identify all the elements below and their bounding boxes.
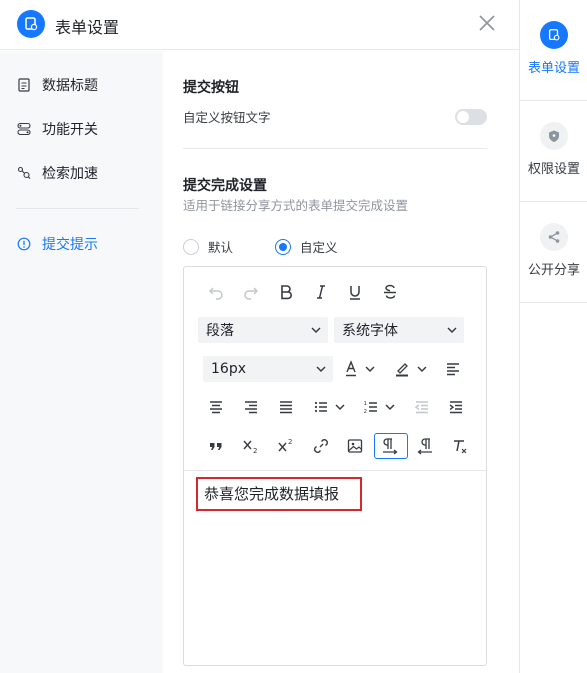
superscript-icon[interactable]: 2	[273, 433, 299, 459]
highlight-color-icon[interactable]	[389, 356, 415, 382]
tab-form-settings[interactable]: 表单设置	[520, 0, 587, 101]
indent-icon[interactable]	[443, 394, 469, 420]
paragraph-select[interactable]: 段落	[198, 317, 328, 343]
close-icon[interactable]	[477, 13, 497, 33]
radio-default[interactable]: 默认	[183, 237, 233, 256]
align-right-icon[interactable]	[238, 394, 264, 420]
share-icon	[540, 223, 568, 251]
dialog-title: 表单设置	[55, 18, 120, 37]
sidebar-item-feature-switch[interactable]: 功能开关	[16, 117, 98, 141]
chevron-down-icon[interactable]	[382, 394, 398, 420]
chevron-down-icon	[311, 327, 321, 334]
chevron-down-icon[interactable]	[414, 356, 430, 382]
outdent-icon[interactable]	[409, 394, 435, 420]
main-panel: 提交按钮 自定义按钮文字 提交完成设置 适用于链接分享方式的表单提交完成设置 默…	[163, 51, 519, 673]
toggle-knob	[457, 111, 469, 123]
chevron-down-icon[interactable]	[362, 356, 378, 382]
radio-circle	[275, 238, 291, 255]
right-panel: 表单设置 权限设置 公开分享	[519, 0, 587, 673]
sidebar-divider	[16, 208, 139, 209]
radio-circle	[183, 238, 199, 255]
clear-format-icon[interactable]	[448, 433, 474, 459]
rich-text-editor: 段落 系统字体 16px 1 2 2 2 恭喜您完成数据填报	[183, 266, 487, 666]
settings-sidebar: 数据标题 功能开关 检索加速 提交提示	[0, 51, 163, 673]
tab-label: 公开分享	[527, 263, 580, 278]
section-divider	[183, 148, 487, 149]
dialog-header: 表单设置	[0, 0, 519, 50]
bold-icon[interactable]	[273, 279, 299, 305]
radio-label: 默认	[208, 240, 234, 255]
strikethrough-icon[interactable]	[377, 279, 403, 305]
radio-custom[interactable]: 自定义	[275, 237, 338, 256]
svg-text:2: 2	[364, 409, 368, 415]
link-icon[interactable]	[308, 433, 334, 459]
info-circle-icon	[16, 236, 32, 252]
completion-section-subtitle: 适用于链接分享方式的表单提交完成设置	[183, 198, 409, 213]
redo-icon[interactable]	[238, 279, 264, 305]
align-center-icon[interactable]	[203, 394, 229, 420]
custom-button-text-toggle[interactable]	[455, 109, 487, 125]
bullet-list-icon[interactable]	[308, 394, 334, 420]
chevron-down-icon	[447, 327, 457, 334]
sidebar-item-label: 检索加速	[42, 166, 98, 182]
editor-toolbar: 段落 系统字体 16px 1 2 2 2	[184, 267, 486, 471]
sidebar-item-data-title[interactable]: 数据标题	[16, 73, 98, 97]
svg-text:1: 1	[364, 401, 368, 407]
rtl-direction-icon[interactable]	[413, 433, 439, 459]
svg-text:2: 2	[288, 438, 292, 446]
numbered-list-icon[interactable]: 12	[358, 394, 384, 420]
underline-icon[interactable]	[342, 279, 368, 305]
tab-public-share[interactable]: 公开分享	[520, 202, 587, 303]
svg-text:2: 2	[253, 447, 257, 455]
submit-button-section-title: 提交按钮	[183, 80, 239, 96]
form-settings-icon	[540, 21, 568, 49]
paragraph-select-value: 段落	[206, 323, 234, 339]
sidebar-item-label: 提交提示	[42, 237, 98, 253]
completion-section-title: 提交完成设置	[183, 178, 267, 194]
font-family-select-value: 系统字体	[342, 323, 398, 339]
font-size-select[interactable]: 16px	[203, 356, 333, 382]
subscript-icon[interactable]: 2	[238, 433, 264, 459]
align-left-icon[interactable]	[440, 356, 466, 382]
document-icon	[16, 77, 32, 93]
editor-content[interactable]: 恭喜您完成数据填报	[196, 477, 362, 511]
image-icon[interactable]	[342, 433, 368, 459]
font-family-select[interactable]: 系统字体	[334, 317, 464, 343]
undo-icon[interactable]	[203, 279, 229, 305]
tab-label: 表单设置	[527, 61, 580, 76]
shield-icon	[540, 122, 568, 150]
quote-icon[interactable]	[203, 433, 229, 459]
search-graph-icon	[16, 165, 32, 181]
tab-label: 权限设置	[527, 162, 580, 177]
sidebar-item-submit-tip[interactable]: 提交提示	[16, 232, 98, 256]
toggle-icon	[16, 121, 32, 137]
italic-icon[interactable]	[308, 279, 334, 305]
radio-label: 自定义	[300, 240, 338, 255]
sidebar-item-label: 数据标题	[42, 78, 98, 94]
tab-permission-settings[interactable]: 权限设置	[520, 101, 587, 202]
font-size-select-value: 16px	[211, 361, 246, 377]
chevron-down-icon	[316, 366, 326, 373]
align-justify-icon[interactable]	[273, 394, 299, 420]
chevron-down-icon[interactable]	[332, 394, 348, 420]
sidebar-item-label: 功能开关	[42, 122, 98, 138]
ltr-direction-icon[interactable]	[374, 433, 408, 459]
font-color-icon[interactable]	[338, 356, 364, 382]
custom-button-text-label: 自定义按钮文字	[183, 110, 271, 125]
sidebar-item-search-accelerate[interactable]: 检索加速	[16, 161, 98, 185]
form-settings-logo-icon	[17, 10, 45, 38]
